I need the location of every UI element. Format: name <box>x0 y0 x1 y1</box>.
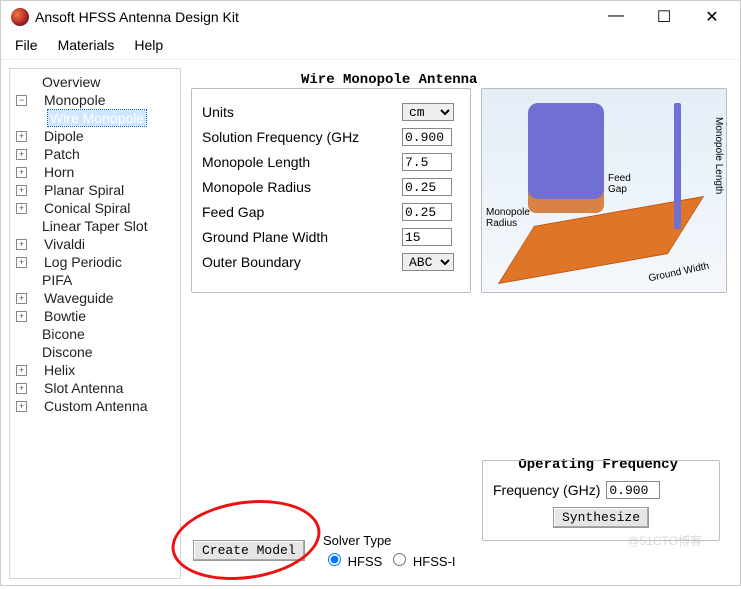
tree-item-bowtie[interactable]: + Bowtie <box>16 307 180 325</box>
tree-item-label: Patch <box>44 146 80 162</box>
tree-item-conical-spiral[interactable]: + Conical Spiral <box>16 199 180 217</box>
maximize-button[interactable]: ☐ <box>646 7 682 27</box>
tree-item-label: Helix <box>44 362 75 378</box>
solver-hfss-ie-radio[interactable]: HFSS-I <box>388 550 455 569</box>
tree-item-label: Vivaldi <box>44 236 85 252</box>
tree-item-wire-monopole[interactable]: Wire Monopole <box>16 109 180 127</box>
solver-hfss-radio[interactable]: HFSS <box>323 550 382 569</box>
tree-item-label: Slot Antenna <box>44 380 123 396</box>
tree-item-discone[interactable]: Discone <box>16 343 180 361</box>
tree-item-label: PIFA <box>42 272 72 288</box>
tree-item-custom-antenna[interactable]: + Custom Antenna <box>16 397 180 415</box>
titlebar: Ansoft HFSS Antenna Design Kit — ☐ ✕ <box>1 1 740 33</box>
tree-item-label: Overview <box>42 74 100 90</box>
close-button[interactable]: ✕ <box>694 7 730 27</box>
frequency-input[interactable] <box>606 481 660 499</box>
tree-item-label: Monopole <box>44 92 106 108</box>
tree-item-label: Planar Spiral <box>44 182 124 198</box>
menubar: File Materials Help <box>1 33 740 60</box>
tree-item-vivaldi[interactable]: + Vivaldi <box>16 235 180 253</box>
menu-help[interactable]: Help <box>126 35 171 55</box>
operating-frequency-panel: Frequency (GHz) Synthesize <box>482 460 720 541</box>
tree-item-label: Wire Monopole <box>48 110 146 126</box>
monopole-length-input[interactable] <box>402 153 452 171</box>
units-label: Units <box>202 104 402 120</box>
ground-plane-width-input[interactable] <box>402 228 452 246</box>
monopole-radius-label: Monopole Radius <box>202 179 402 195</box>
expand-icon[interactable]: + <box>16 167 27 178</box>
diagram-feed-gap-label: Feed Gap <box>608 173 631 195</box>
units-select[interactable]: cm <box>402 103 454 121</box>
window-title: Ansoft HFSS Antenna Design Kit <box>35 9 598 25</box>
tree-item-linear-taper-slot[interactable]: Linear Taper Slot <box>16 217 180 235</box>
tree-item-helix[interactable]: + Helix <box>16 361 180 379</box>
outer-boundary-label: Outer Boundary <box>202 254 402 270</box>
expand-icon[interactable]: + <box>16 185 27 196</box>
expand-icon[interactable]: + <box>16 149 27 160</box>
expand-icon[interactable]: + <box>16 203 27 214</box>
parameter-panel: Units cm Solution Frequency (GHz Monopol… <box>191 88 471 293</box>
feed-gap-input[interactable] <box>402 203 452 221</box>
tree-item-label: Log Periodic <box>44 254 122 270</box>
tree-item-label: Horn <box>44 164 74 180</box>
tree-item-pifa[interactable]: PIFA <box>16 271 180 289</box>
tree-item-planar-spiral[interactable]: + Planar Spiral <box>16 181 180 199</box>
expand-icon[interactable]: + <box>16 239 27 250</box>
app-icon <box>11 8 29 26</box>
tree-item-patch[interactable]: + Patch <box>16 145 180 163</box>
antenna-diagram: Feed Gap Monopole Radius Monopole Length… <box>481 88 727 293</box>
tree-item-bicone[interactable]: Bicone <box>16 325 180 343</box>
expand-icon[interactable]: + <box>16 131 27 142</box>
expand-icon[interactable]: − <box>16 95 27 106</box>
diagram-monopole-length-label: Monopole Length <box>713 117 724 194</box>
panel-title: Wire Monopole Antenna <box>301 72 477 88</box>
solver-type-group: Solver Type HFSS HFSS-I <box>323 533 456 569</box>
menu-file[interactable]: File <box>7 35 46 55</box>
tree-item-label: Bowtie <box>44 308 86 324</box>
outer-boundary-select[interactable]: ABC <box>402 253 454 271</box>
frequency-label: Frequency (GHz) <box>493 482 600 498</box>
tree-item-overview[interactable]: Overview <box>16 73 180 91</box>
tree-item-monopole[interactable]: − Monopole <box>16 91 180 109</box>
tree-item-slot-antenna[interactable]: + Slot Antenna <box>16 379 180 397</box>
tree-item-label: Conical Spiral <box>44 200 130 216</box>
expand-icon[interactable]: + <box>16 257 27 268</box>
tree-item-label: Discone <box>42 344 93 360</box>
monopole-radius-input[interactable] <box>402 178 452 196</box>
tree-item-waveguide[interactable]: + Waveguide <box>16 289 180 307</box>
tree-item-horn[interactable]: + Horn <box>16 163 180 181</box>
ground-plane-width-label: Ground Plane Width <box>202 229 402 245</box>
tree-item-dipole[interactable]: + Dipole <box>16 127 180 145</box>
tree-item-label: Waveguide <box>44 290 114 306</box>
expand-icon[interactable]: + <box>16 383 27 394</box>
tree-item-log-periodic[interactable]: + Log Periodic <box>16 253 180 271</box>
tree-item-label: Custom Antenna <box>44 398 148 414</box>
expand-icon[interactable]: + <box>16 293 27 304</box>
solution-frequency-input[interactable] <box>402 128 452 146</box>
solver-type-label: Solver Type <box>323 533 456 548</box>
expand-icon[interactable]: + <box>16 365 27 376</box>
tree-item-label: Linear Taper Slot <box>42 218 148 234</box>
create-model-button[interactable]: Create Model <box>193 540 305 561</box>
diagram-ground-width-label: Ground Width <box>648 261 711 285</box>
expand-icon[interactable]: + <box>16 311 27 322</box>
menu-materials[interactable]: Materials <box>50 35 123 55</box>
diagram-monopole-radius-label: Monopole Radius <box>486 207 530 229</box>
monopole-length-label: Monopole Length <box>202 154 402 170</box>
synthesize-button[interactable]: Synthesize <box>553 507 649 528</box>
solution-frequency-label: Solution Frequency (GHz <box>202 129 402 145</box>
tree-item-label: Dipole <box>44 128 84 144</box>
antenna-tree[interactable]: Overview − Monopole Wire Monopole + Dipole + Pa… <box>9 68 181 579</box>
feed-gap-label: Feed Gap <box>202 204 402 220</box>
expand-icon[interactable]: + <box>16 401 27 412</box>
minimize-button[interactable]: — <box>598 7 634 27</box>
tree-item-label: Bicone <box>42 326 85 342</box>
